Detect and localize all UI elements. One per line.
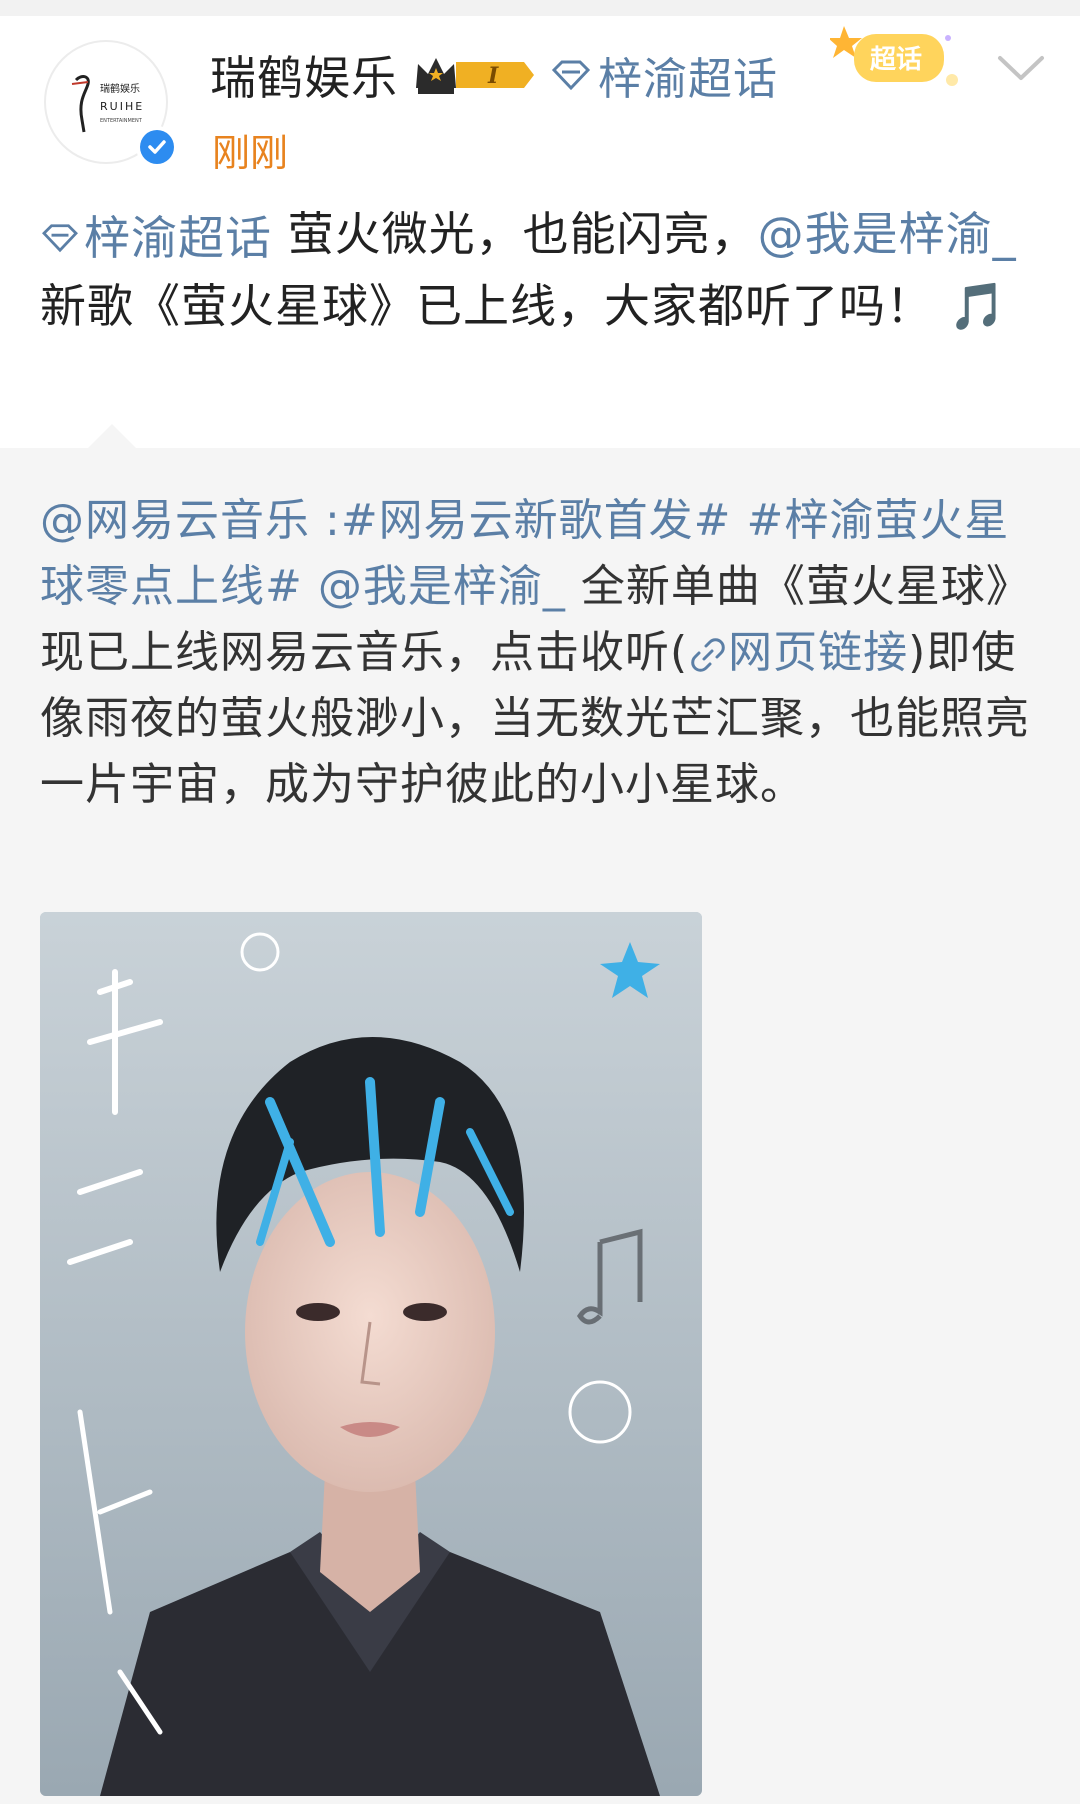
link-icon bbox=[691, 638, 725, 672]
post-body: 梓渝超话 萤火微光，也能闪亮，@我是梓渝_ 新歌《萤火星球》已上线，大家都听了吗… bbox=[40, 200, 1040, 340]
diamond-icon bbox=[551, 60, 591, 91]
weibo-post: 瑞鹤娱乐 RUIHE ENTERTAINMENT 瑞鹤娱乐 I 梓渝超话 超话 … bbox=[0, 0, 1080, 1804]
svg-text:I: I bbox=[487, 63, 499, 89]
supertopic-chip-label: 梓渝超话 bbox=[598, 54, 778, 105]
author-name[interactable]: 瑞鹤娱乐 bbox=[210, 42, 398, 108]
fan-level-badge[interactable]: I bbox=[412, 52, 536, 98]
supertopic-chip[interactable]: 梓渝超话 bbox=[550, 43, 778, 107]
music-note-icon: 🎵 bbox=[948, 278, 1007, 333]
portrait-illustration bbox=[40, 912, 702, 1796]
chevron-down-icon[interactable] bbox=[996, 50, 1046, 86]
svg-text:瑞鹤娱乐: 瑞鹤娱乐 bbox=[100, 82, 140, 95]
svg-text:ENTERTAINMENT: ENTERTAINMENT bbox=[100, 118, 143, 124]
post-mention[interactable]: @我是梓渝_ bbox=[758, 207, 1017, 261]
crown-icon: I bbox=[416, 58, 534, 94]
repost-notch bbox=[88, 424, 136, 448]
top-divider bbox=[0, 0, 1080, 16]
author-row: 瑞鹤娱乐 I 梓渝超话 bbox=[210, 40, 778, 110]
post-image[interactable] bbox=[40, 912, 702, 1796]
svg-text:RUIHE: RUIHE bbox=[100, 100, 144, 113]
svg-text:超话: 超话 bbox=[870, 45, 922, 75]
repost-source-mention[interactable]: @网易云音乐 bbox=[40, 495, 310, 546]
post-text-1: 萤火微光，也能闪亮， bbox=[272, 207, 758, 261]
diamond-icon bbox=[42, 223, 78, 252]
supertopic-badge[interactable]: 超话 bbox=[830, 20, 960, 96]
repost-hashtag-1[interactable]: #网易云新歌首发# bbox=[341, 495, 732, 546]
ruihe-logo: 瑞鹤娱乐 RUIHE ENTERTAINMENT bbox=[71, 75, 144, 133]
repost-web-link[interactable]: 网页链接 bbox=[728, 627, 908, 678]
author-avatar[interactable]: 瑞鹤娱乐 RUIHE ENTERTAINMENT bbox=[44, 40, 178, 168]
repost-sep: : bbox=[310, 495, 341, 546]
post-timestamp: 刚刚 bbox=[212, 131, 289, 175]
post-text-2: 新歌《萤火星球》已上线，大家都听了吗！ bbox=[40, 278, 933, 333]
checkmark-icon bbox=[148, 140, 166, 154]
post-topic-tag[interactable]: 梓渝超话 bbox=[40, 204, 272, 272]
verified-badge bbox=[136, 126, 178, 168]
repost-body: @网易云音乐 :#网易云新歌首发# #梓渝萤火星球零点上线# @我是梓渝_ 全新… bbox=[40, 488, 1040, 818]
repost-artist-mention[interactable]: @我是梓渝_ bbox=[303, 561, 566, 612]
